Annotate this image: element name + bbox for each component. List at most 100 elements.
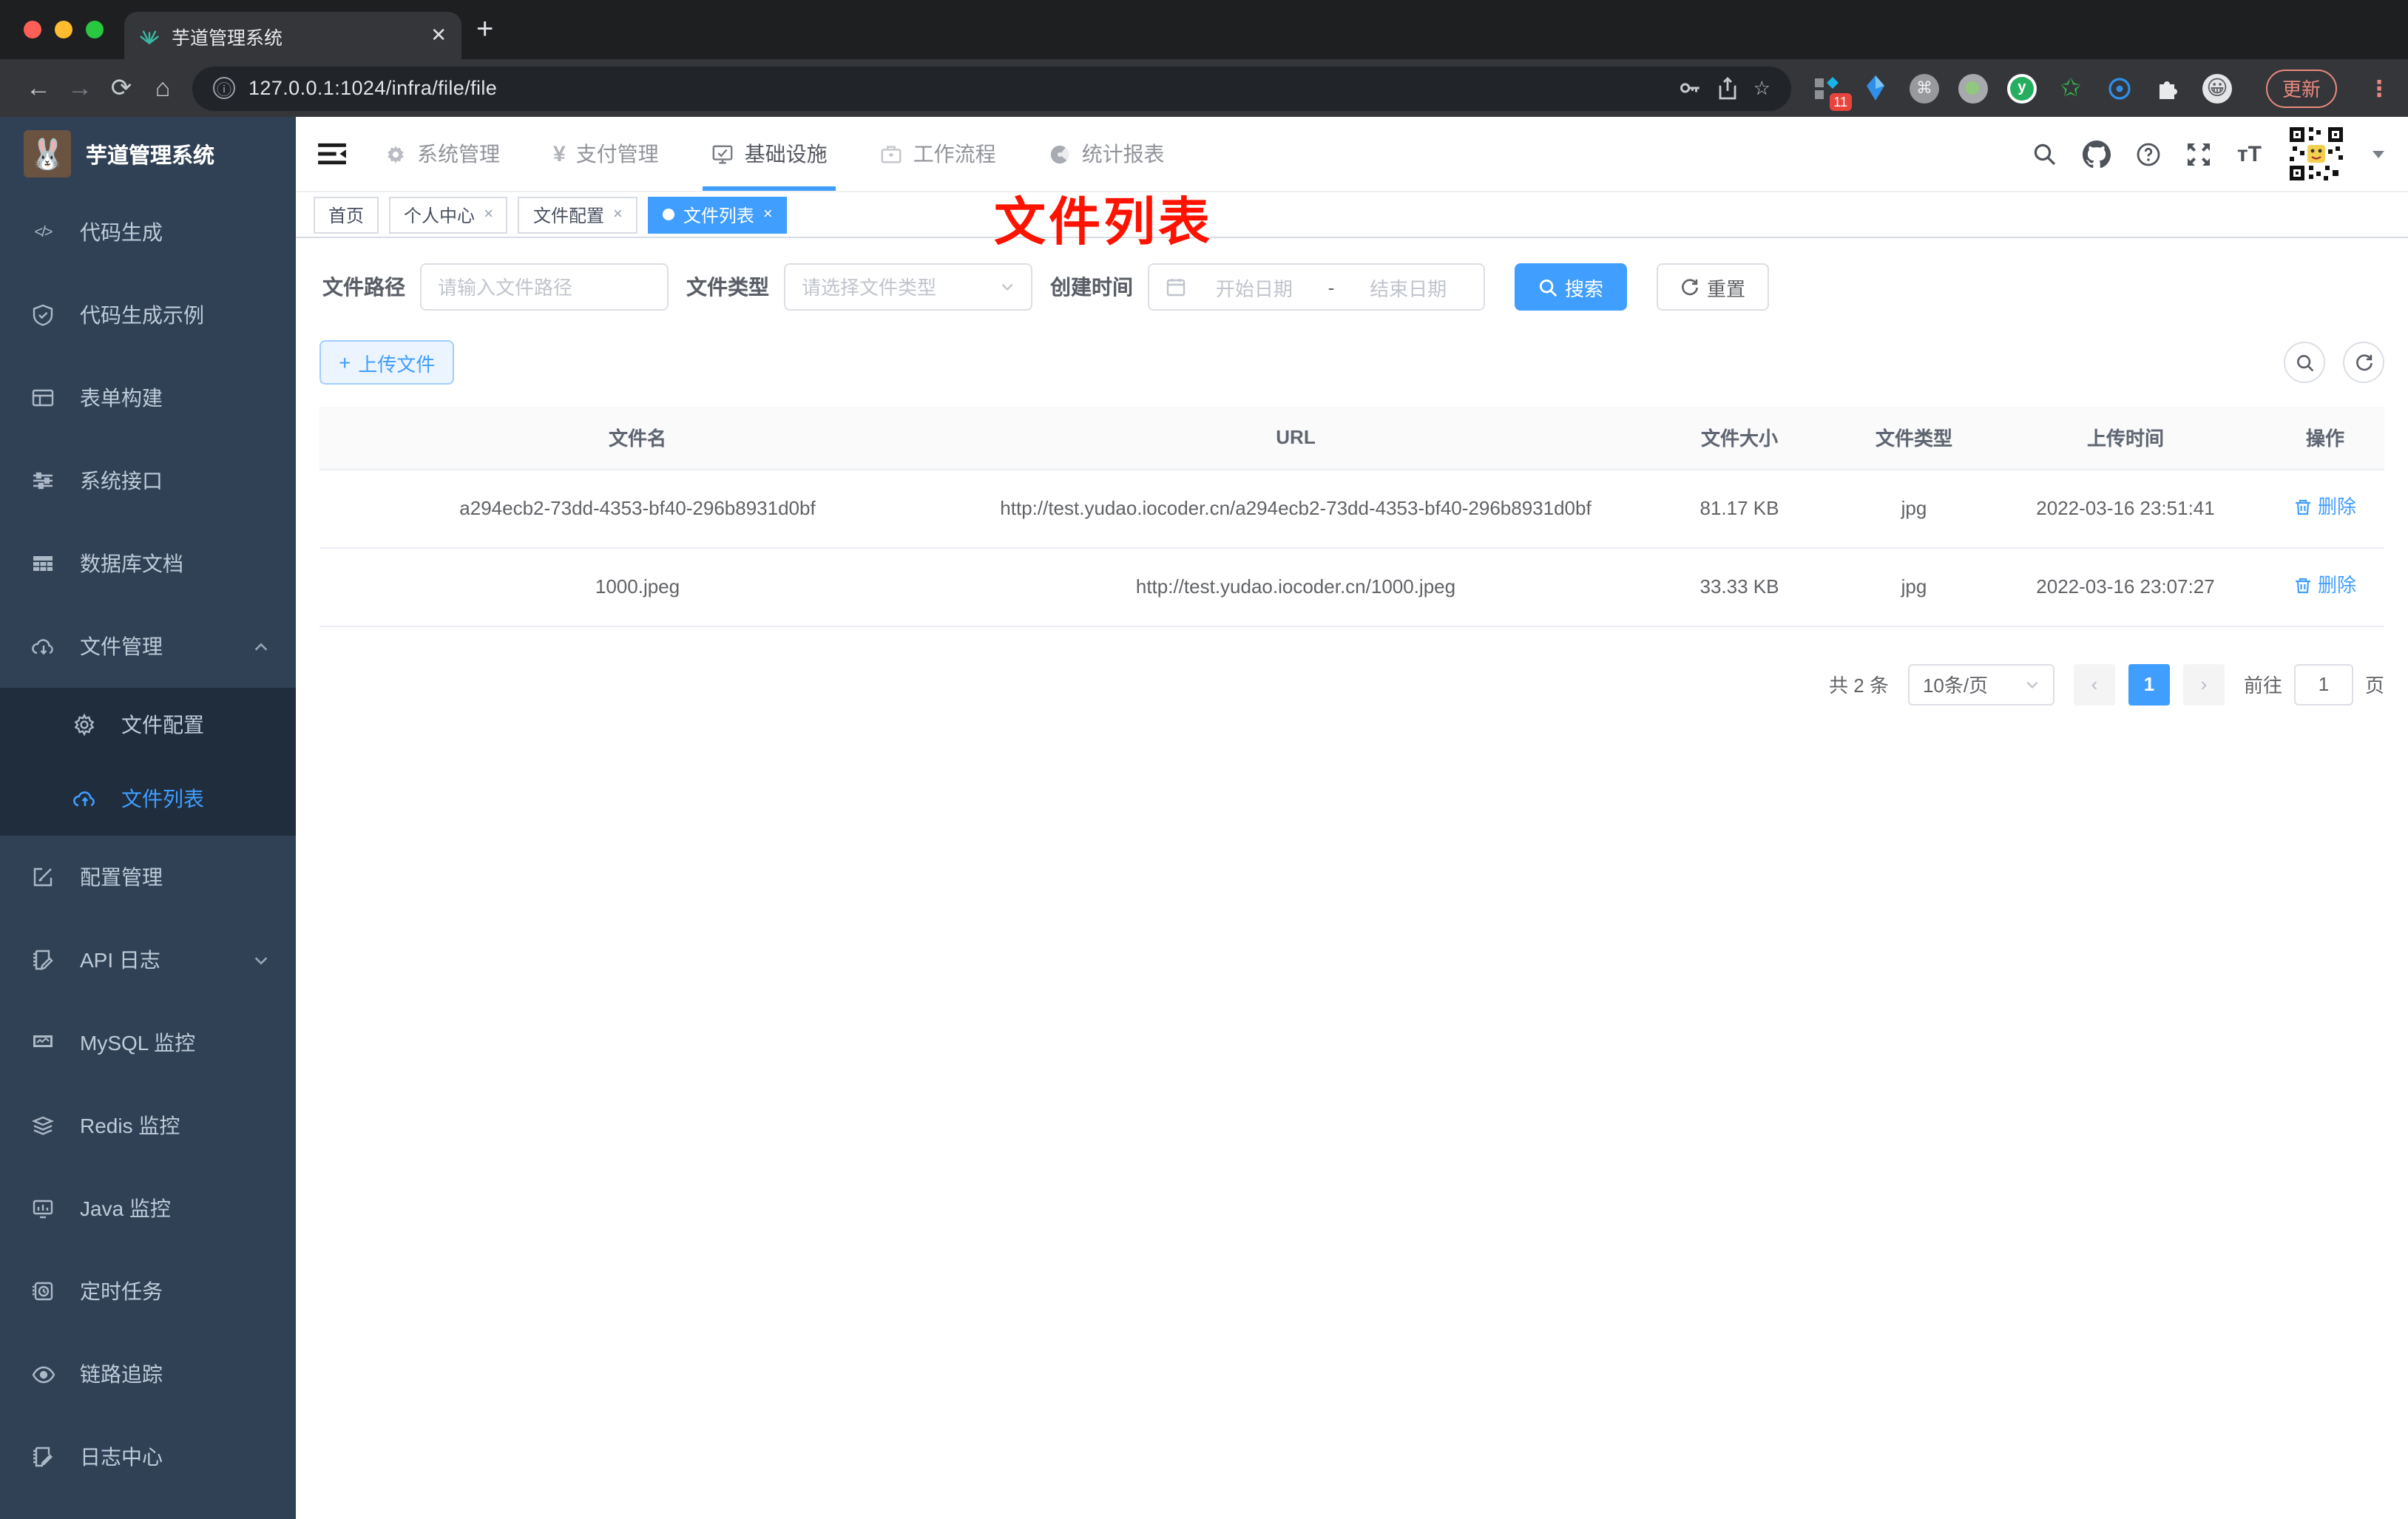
tag-home[interactable]: 首页 [314,196,379,233]
prev-page-button[interactable]: ‹ [2073,663,2115,706]
extension-grid-icon[interactable]: 11 [1812,73,1852,110]
next-page-button[interactable]: › [2182,663,2225,706]
sidebar-item-log-center[interactable]: 日志中心 [0,1415,296,1498]
table-grid-icon [30,550,56,577]
active-dot [662,209,674,220]
font-size-icon[interactable]: тT [2237,141,2262,166]
search-button[interactable]: 搜索 [1515,263,1628,311]
browser-tab[interactable]: 芋道管理系统 ✕ [124,12,461,59]
sidebar-item-file-config[interactable]: 文件配置 [0,688,296,762]
cell-url: http://test.yudao.iocoder.cn/a294ecb2-73… [956,469,1636,549]
fullscreen-icon[interactable] [2187,141,2212,166]
table-toolbar: + 上传文件 [319,340,2384,385]
tag-file-config[interactable]: 文件配置 × [518,196,637,233]
yen-icon: ¥ [553,141,566,166]
reset-button[interactable]: 重置 [1657,263,1770,311]
logo-avatar: 🐰 [24,130,71,177]
close-icon[interactable]: × [613,206,623,223]
chevron-up-icon [253,638,269,654]
goto-page-input[interactable] [2293,663,2353,706]
url-text[interactable]: 127.0.0.1:1024/infra/file/file [248,77,1665,99]
sidebar-logo[interactable]: 🐰 芋道管理系统 [0,117,296,191]
extension-star-icon[interactable]: ✩ [2056,73,2086,103]
zoom-window-button[interactable] [86,21,104,38]
password-key-icon[interactable] [1678,75,1703,101]
sidebar-item-tracing[interactable]: 链路追踪 [0,1333,296,1415]
sidebar-toggle-icon[interactable] [318,141,346,166]
reload-icon[interactable]: ⟳ [101,73,142,103]
sidebar-item-code-generation[interactable]: </> 代码生成 [0,191,296,274]
tag-profile[interactable]: 个人中心 × [389,196,508,233]
extension-puzzle-icon[interactable] [2154,73,2183,103]
close-icon[interactable]: × [484,206,493,223]
home-icon[interactable]: ⌂ [142,73,183,103]
extension-kite-icon[interactable] [1861,73,1890,103]
extension-emoji-icon[interactable]: 😀 [2202,73,2232,103]
page-size-select[interactable]: 10条/页 [1907,663,2054,706]
browser-menu-icon[interactable]: ⋮ [2368,75,2390,101]
sidebar-item-api-log[interactable]: API 日志 [0,918,296,1001]
top-menu-system[interactable]: 系统管理 [385,117,500,191]
top-menu-reports[interactable]: 统计报表 [1049,117,1165,191]
tag-file-list[interactable]: 文件列表 × [647,196,788,233]
new-tab-button[interactable]: + [476,13,493,47]
close-icon[interactable]: × [763,206,773,223]
cloud-download-icon [30,633,56,660]
browser-update-button[interactable]: 更新 [2265,69,2337,107]
sidebar-item-db-doc[interactable]: 数据库文档 [0,522,296,605]
tab-close-icon[interactable]: ✕ [430,24,447,47]
bookmark-star-icon[interactable]: ☆ [1753,76,1771,100]
sidebar-item-form-builder[interactable]: 表单构建 [0,356,296,439]
page-number-1[interactable]: 1 [2128,663,2170,706]
sidebar-item-system-api[interactable]: 系统接口 [0,439,296,522]
minimize-window-button[interactable] [55,21,72,38]
window-controls[interactable] [24,21,104,38]
file-path-input[interactable] [438,276,651,298]
forward-icon[interactable]: → [59,73,101,103]
date-start-placeholder[interactable]: 开始日期 [1195,273,1313,301]
extension-command-icon[interactable]: ⌘ [1909,73,1939,103]
help-icon[interactable] [2137,141,2162,166]
top-menu-payment[interactable]: ¥ 支付管理 [553,117,659,191]
sidebar-item-redis-monitor[interactable]: Redis 监控 [0,1084,296,1167]
avatar-caret-icon[interactable] [2371,146,2386,161]
site-info-icon[interactable]: ⓘ [213,77,235,99]
file-type-select[interactable] [784,263,1032,311]
extension-eye-icon[interactable] [2105,73,2134,103]
user-avatar-qr[interactable] [2287,124,2346,183]
page-controls: ‹ 1 › [2073,663,2225,706]
app-frame: 🐰 芋道管理系统 </> 代码生成 代码生成示例 表单构建 系统接口 数据库文档… [0,117,2408,1519]
chevron-down-icon [2026,681,2038,689]
github-icon[interactable] [2083,140,2111,168]
toggle-search-button[interactable] [2284,342,2325,383]
browser-toolbar: ← → ⟳ ⌂ ⓘ 127.0.0.1:1024/infra/file/file… [0,59,2408,117]
sidebar-item-config-management[interactable]: 配置管理 [0,836,296,918]
sidebar-item-code-example[interactable]: 代码生成示例 [0,274,296,356]
delete-button[interactable]: 删除 [2294,569,2356,601]
sidebar-item-java-monitor[interactable]: Java 监控 [0,1167,296,1250]
extension-dot-icon[interactable] [1958,73,1988,103]
extensions-bar: 11 ⌘ y ✩ 😀 更新 ⋮ [1812,69,2390,110]
top-menu-workflow[interactable]: 工作流程 [881,117,996,191]
upload-file-button[interactable]: + 上传文件 [319,340,455,385]
search-icon[interactable] [2033,141,2058,166]
chevron-down-icon [1000,280,1015,294]
form-icon [30,385,56,411]
file-type-select-input[interactable] [802,276,991,298]
sidebar-item-file-management[interactable]: 文件管理 [0,605,296,688]
extension-y-icon[interactable]: y [2006,73,2037,103]
address-bar[interactable]: ⓘ 127.0.0.1:1024/infra/file/file ☆ [192,66,1791,110]
sidebar-item-scheduled-jobs[interactable]: 定时任务 [0,1250,296,1333]
top-menu-infrastructure[interactable]: 基础设施 [703,117,836,191]
col-actions: 操作 [2266,407,2384,470]
back-icon[interactable]: ← [18,73,59,103]
dashboard-pie-icon [1049,143,1072,165]
refresh-table-button[interactable] [2343,342,2384,383]
date-end-placeholder[interactable]: 结束日期 [1349,273,1467,301]
sidebar-item-file-list[interactable]: 文件列表 [0,762,296,836]
sidebar-item-mysql-monitor[interactable]: MySQL 监控 [0,1001,296,1084]
share-icon[interactable] [1717,76,1740,100]
close-window-button[interactable] [24,21,41,38]
delete-button[interactable]: 删除 [2294,490,2356,523]
date-range-picker[interactable]: 开始日期 - 结束日期 [1148,263,1485,311]
